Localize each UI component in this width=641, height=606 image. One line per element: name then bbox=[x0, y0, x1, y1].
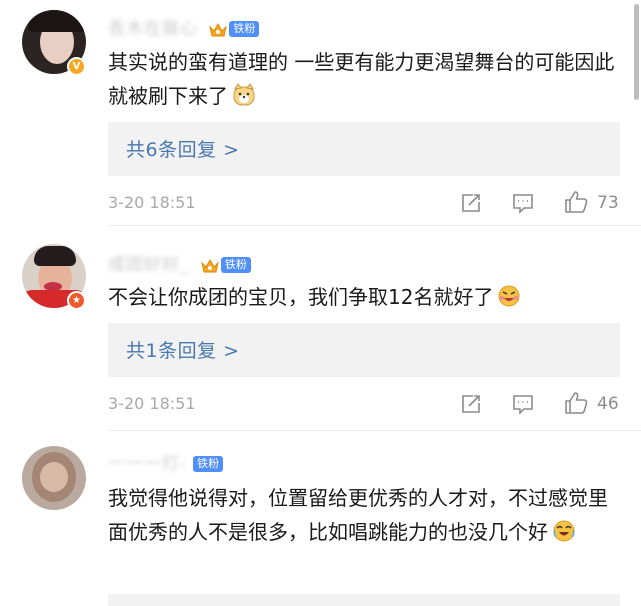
crown-icon bbox=[209, 22, 228, 36]
username[interactable]: 吾木在我心 铁粉 bbox=[108, 14, 260, 39]
comment-text: 不会让你成团的宝贝，我们争取12名就好了 bbox=[108, 280, 623, 314]
fan-badge: 铁粉 bbox=[229, 21, 260, 37]
like-icon[interactable] bbox=[563, 390, 589, 416]
fan-badge: 铁粉 bbox=[220, 257, 251, 273]
reply-summary-button[interactable]: 共1条回复 > bbox=[108, 323, 620, 377]
share-icon[interactable] bbox=[459, 392, 483, 416]
emoji-icon bbox=[553, 520, 575, 542]
avatar[interactable] bbox=[22, 446, 86, 510]
comment-item: ★ 成团好好_ 铁粉 不会让你成团的宝贝，我们争取12名就好了 共1条回复 > … bbox=[0, 226, 641, 430]
comment-icon[interactable] bbox=[511, 191, 535, 215]
emoji-icon bbox=[498, 285, 520, 307]
reply-summary-button[interactable]: 共6条回复 > bbox=[108, 122, 620, 176]
emoji-icon bbox=[233, 83, 255, 106]
like-icon[interactable] bbox=[563, 189, 589, 215]
timestamp: 3-20 18:51 bbox=[108, 394, 196, 413]
crown-icon bbox=[201, 258, 219, 272]
comment-text: 其实说的蛮有道理的 一些更有能力更渴望舞台的可能因此就被刷下来了 bbox=[108, 50, 615, 108]
fan-badge: 铁粉 bbox=[193, 456, 224, 472]
like-count: 73 bbox=[597, 193, 619, 213]
like-count: 46 bbox=[597, 394, 619, 414]
timestamp: 3-20 18:51 bbox=[108, 193, 196, 212]
username[interactable]: 一一一打- 铁粉 bbox=[108, 449, 224, 474]
comment-item: 一一一打- 铁粉 我觉得他说得对，位置留给更优秀的人才对，不过感觉里面优秀的人不是… bbox=[0, 431, 641, 606]
comment-item: V 吾木在我心 铁粉 其实说的蛮有道理的 一些更有能力更渴望舞台的可能因此就被刷… bbox=[0, 0, 641, 225]
verified-icon: V bbox=[67, 57, 86, 76]
username[interactable]: 成团好好_ 铁粉 bbox=[108, 250, 251, 275]
reply-summary-button[interactable] bbox=[108, 594, 620, 606]
verified-icon: ★ bbox=[67, 291, 86, 310]
comment-text: 我觉得他说得对，位置留给更优秀的人才对，不过感觉里面优秀的人不是很多，比如唱跳能… bbox=[108, 486, 608, 544]
share-icon[interactable] bbox=[459, 191, 483, 215]
comment-icon[interactable] bbox=[511, 392, 535, 416]
